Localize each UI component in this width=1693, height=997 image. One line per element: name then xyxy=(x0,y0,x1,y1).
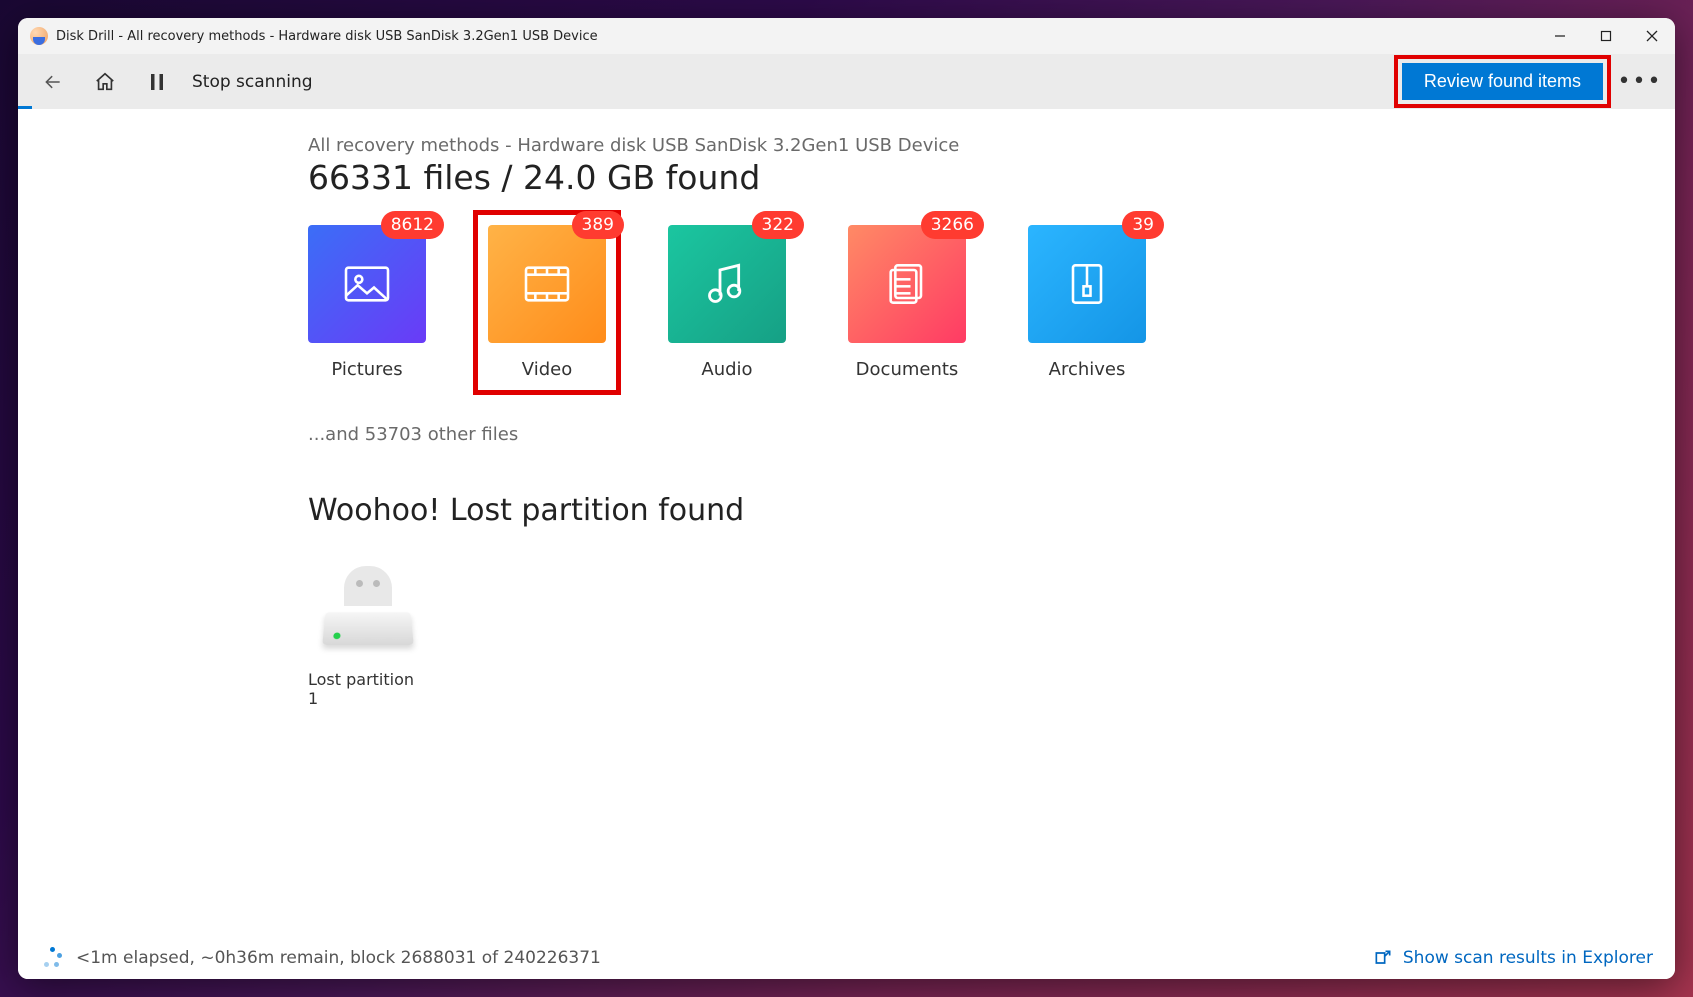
archives-count-badge: 39 xyxy=(1122,211,1164,239)
category-archives[interactable]: 39 Archives xyxy=(1028,225,1146,380)
pictures-label: Pictures xyxy=(331,359,402,380)
lost-partition-label: Lost partition 1 xyxy=(308,670,428,708)
status-text: <1m elapsed, ~0h36m remain, block 268803… xyxy=(76,948,601,968)
status-bar: <1m elapsed, ~0h36m remain, block 268803… xyxy=(18,935,1675,979)
other-files-text: ...and 53703 other files xyxy=(308,424,1208,445)
category-audio[interactable]: 322 Audio xyxy=(668,225,786,380)
stop-scanning-label[interactable]: Stop scanning xyxy=(192,72,313,92)
video-count-badge: 389 xyxy=(572,211,624,239)
pictures-tile: 8612 xyxy=(308,225,426,343)
open-external-icon xyxy=(1373,948,1393,968)
ghost-drive-icon xyxy=(318,566,418,656)
back-button[interactable] xyxy=(36,65,70,99)
maximize-button[interactable] xyxy=(1583,18,1629,54)
audio-label: Audio xyxy=(701,359,752,380)
spinner-icon xyxy=(40,947,62,969)
progress-indicator xyxy=(18,106,32,109)
review-highlight: Review found items xyxy=(1394,55,1611,108)
show-in-explorer-link[interactable]: Show scan results in Explorer xyxy=(1373,948,1653,968)
video-label: Video xyxy=(522,359,572,380)
documents-label: Documents xyxy=(856,359,959,380)
category-documents[interactable]: 3266 Documents xyxy=(848,225,966,380)
category-pictures[interactable]: 8612 Pictures xyxy=(308,225,426,380)
category-video[interactable]: 389 Video xyxy=(488,225,606,380)
documents-count-badge: 3266 xyxy=(921,211,984,239)
title-bar: Disk Drill - All recovery methods - Hard… xyxy=(18,18,1675,54)
archives-label: Archives xyxy=(1049,359,1126,380)
review-found-items-button[interactable]: Review found items xyxy=(1402,63,1603,100)
pause-button[interactable] xyxy=(140,65,174,99)
archives-tile: 39 xyxy=(1028,225,1146,343)
breadcrumb: All recovery methods - Hardware disk USB… xyxy=(308,135,1208,156)
window-title: Disk Drill - All recovery methods - Hard… xyxy=(56,29,598,44)
partition-found-heading: Woohoo! Lost partition found xyxy=(308,493,1208,528)
home-button[interactable] xyxy=(88,65,122,99)
scan-summary: 66331 files / 24.0 GB found xyxy=(308,158,1208,197)
category-row: 8612 Pictures 389 Video 322 xyxy=(308,225,1208,380)
lost-partition-card[interactable]: Lost partition 1 xyxy=(308,566,428,708)
show-in-explorer-label: Show scan results in Explorer xyxy=(1403,948,1653,968)
content-area: All recovery methods - Hardware disk USB… xyxy=(18,109,1675,935)
app-window: Disk Drill - All recovery methods - Hard… xyxy=(18,18,1675,979)
audio-tile: 322 xyxy=(668,225,786,343)
more-options-button[interactable]: ••• xyxy=(1623,69,1657,94)
minimize-button[interactable] xyxy=(1537,18,1583,54)
app-icon xyxy=(30,27,48,45)
pictures-count-badge: 8612 xyxy=(381,211,444,239)
video-tile: 389 xyxy=(488,225,606,343)
toolbar: Stop scanning Review found items ••• xyxy=(18,54,1675,109)
documents-tile: 3266 xyxy=(848,225,966,343)
audio-count-badge: 322 xyxy=(752,211,804,239)
close-button[interactable] xyxy=(1629,18,1675,54)
